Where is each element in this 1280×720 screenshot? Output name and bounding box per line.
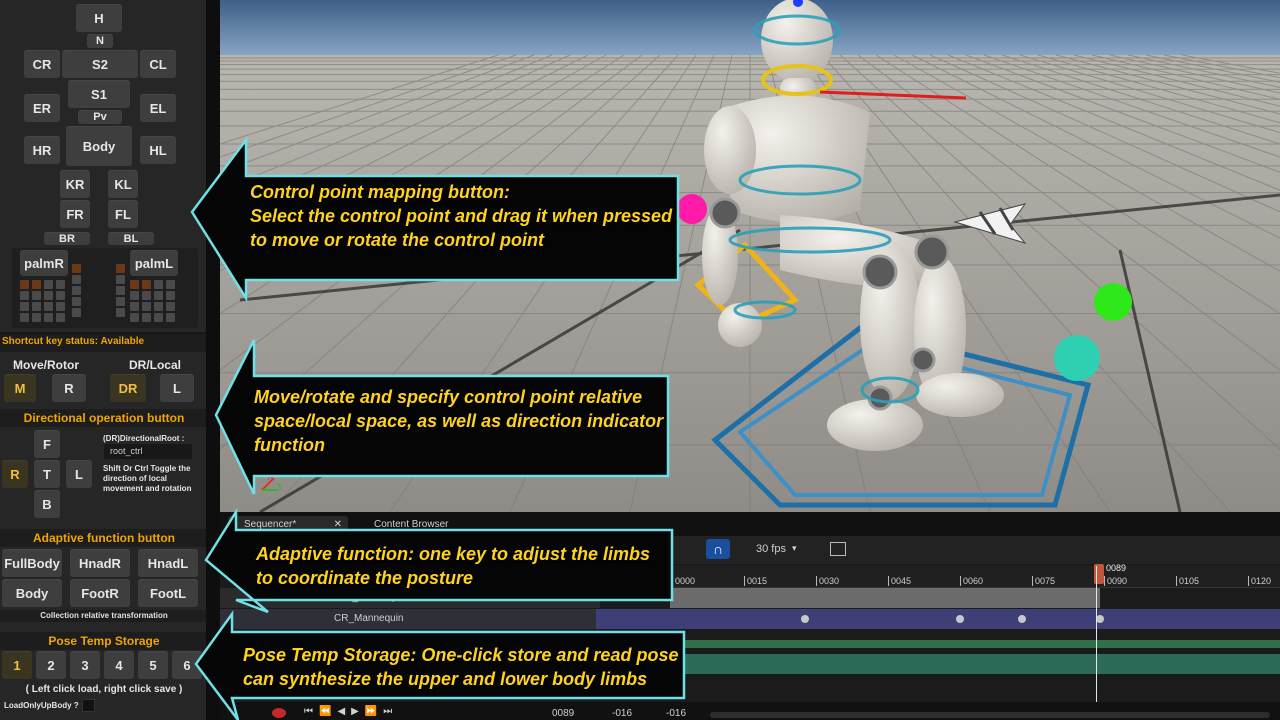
- callout-2-line3: function: [254, 435, 325, 455]
- callout-3-line2: to coordinate the posture: [256, 568, 474, 588]
- callout-1-line3: to move or rotate the control point: [250, 230, 545, 250]
- callout-1-line2: Select the control point and drag it whe…: [250, 206, 673, 226]
- callout-2-line2: space/local space, as well as direction …: [254, 411, 664, 431]
- callout-arrows: [190, 136, 686, 720]
- callout-2-line1: Move/rotate and specify control point re…: [254, 387, 643, 407]
- callout-3-line1: Adaptive function: one key to adjust the…: [256, 544, 651, 564]
- callout-4-line1: Pose Temp Storage: One-click store and r…: [243, 645, 679, 665]
- callout-4-line2: can synthesize the upper and lower body …: [243, 669, 648, 689]
- callout-1-title: Control point mapping button:: [250, 182, 510, 202]
